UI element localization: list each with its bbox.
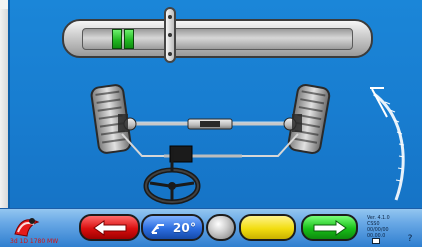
steering-angle-icon — [151, 223, 164, 234]
needle-dot-top — [168, 15, 172, 19]
target-band-left — [112, 29, 122, 49]
confirm-button[interactable] — [239, 214, 296, 241]
gauge-track — [82, 28, 353, 50]
tie-rod — [118, 114, 302, 132]
axle-diagram — [90, 83, 331, 205]
target-band-right — [124, 29, 134, 49]
angle-arc — [373, 92, 405, 201]
neutral-button[interactable] — [206, 214, 236, 241]
help-button[interactable]: ? — [404, 235, 416, 244]
needle-dot-bottom — [168, 52, 172, 56]
status-badge — [372, 238, 380, 244]
back-button[interactable] — [79, 214, 140, 241]
brand-logo — [14, 218, 40, 237]
next-button[interactable] — [301, 214, 358, 241]
right-arrow-icon — [313, 219, 347, 236]
steering-linkage — [121, 133, 299, 158]
angle-indicator — [370, 87, 405, 201]
needle-dot-middle — [168, 33, 172, 37]
angle-button[interactable]: 20° — [141, 214, 204, 241]
alignment-gauge — [62, 19, 373, 58]
logo-caption: 3d 1D 1780 MW — [10, 238, 59, 245]
gauge-needle — [164, 7, 176, 63]
angle-button-value: 20° — [172, 220, 197, 235]
left-arrow-icon — [92, 219, 126, 236]
help-icon: ? — [407, 234, 413, 244]
